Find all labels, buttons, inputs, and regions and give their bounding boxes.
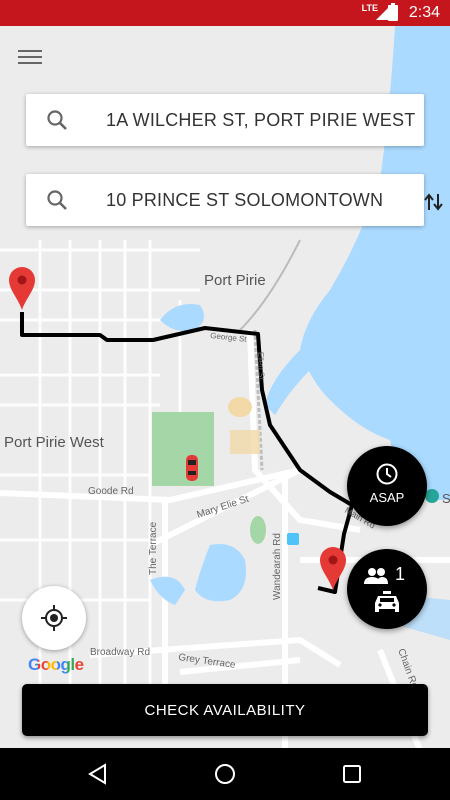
dropoff-address[interactable]: 10 PRINCE ST SOLOMONTOWN [106,190,424,211]
search-icon [26,174,106,226]
clock-icon [376,463,398,485]
search-icon [26,94,106,146]
home-circle-icon [215,764,235,784]
asap-button[interactable]: ASAP [347,446,427,526]
car-marker-icon[interactable] [186,455,198,481]
people-icon [364,568,388,584]
hamburger-menu-icon [18,50,42,64]
menu-button[interactable] [18,46,42,66]
pickup-address[interactable]: 1A WILCHER ST, PORT PIRIE WEST [106,110,424,131]
back-triangle-icon [88,763,106,785]
pickup-search-field[interactable]: 1A WILCHER ST, PORT PIRIE WEST [26,94,424,146]
recents-square-icon [343,765,361,783]
map-label-s: S [442,491,450,506]
google-logo-text: Google [28,655,84,674]
map-label-the-terrace: The Terrace [148,521,159,575]
asap-label: ASAP [369,490,405,505]
swap-vertical-icon [424,193,443,211]
swap-addresses-button[interactable] [424,190,444,214]
map-label-port-pirie: Port Pirie [204,272,266,289]
back-button[interactable] [86,762,110,786]
map-label-broadway-rd: Broadway Rd [90,647,150,658]
passenger-taxi-button[interactable]: 1 [347,549,427,629]
google-attribution: Google [28,655,84,675]
status-bar: LTE 2:34 [0,0,450,26]
dropoff-search-field[interactable]: 10 PRINCE ST SOLOMONTOWN [26,174,424,226]
my-location-button[interactable] [22,586,86,650]
poi-icon[interactable] [425,489,439,503]
my-location-icon [41,605,67,631]
poi-icon[interactable] [287,533,299,545]
home-button[interactable] [213,762,237,786]
map-label-ellen-st: Ellen St [256,352,266,381]
map-label-wandearah-rd: Wandearah Rd [272,533,283,600]
map-label-port-pirie-west: Port Pirie West [4,434,105,451]
check-availability-button[interactable]: CHECK AVAILABILITY [22,684,428,736]
battery-icon [388,3,398,21]
clock-time: 2:34 [408,4,440,21]
map-label-goode-rd: Goode Rd [88,486,134,497]
taxi-icon [375,591,399,612]
recents-button[interactable] [340,762,364,786]
passenger-count: 1 [395,564,406,584]
system-navigation-bar [0,748,450,800]
